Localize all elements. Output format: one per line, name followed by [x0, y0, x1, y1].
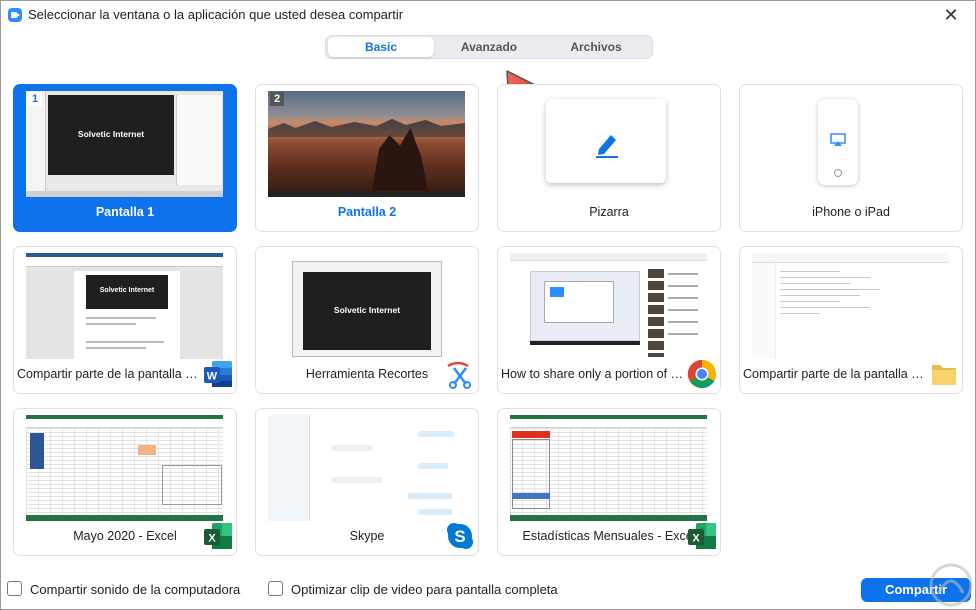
share-card-pizarra[interactable]: Pizarra: [497, 84, 721, 232]
svg-text:W: W: [207, 371, 218, 383]
svg-text:X: X: [692, 533, 700, 545]
airplay-icon: [830, 133, 846, 146]
card-label: Pantalla 2: [337, 205, 397, 219]
excel-icon: X: [688, 523, 716, 549]
skype-icon: S: [447, 523, 473, 549]
youtube-page-thumbnail: [510, 253, 707, 359]
share-tabs: Basic Avanzado Archivos: [325, 35, 653, 59]
footer-bar: Compartir sonido de la computadora Optim…: [1, 573, 975, 609]
share-card-iphone-ipad[interactable]: iPhone o iPad: [739, 84, 963, 232]
share-card-word-window[interactable]: Solvetic Internet Compartir parte de la …: [13, 246, 237, 394]
share-card-chrome-window[interactable]: How to share only a portion of y...: [497, 246, 721, 394]
share-card-skype[interactable]: Skype S: [255, 408, 479, 556]
tab-avanzado[interactable]: Avanzado: [436, 37, 542, 57]
card-label: Compartir parte de la pantalla en ...: [17, 367, 200, 381]
screen-number: 2: [270, 92, 284, 106]
card-label: How to share only a portion of y...: [501, 367, 684, 381]
share-card-herramienta-recortes[interactable]: Solvetic Internet Herramienta Recortes: [255, 246, 479, 394]
thumb-caption: Solvetic Internet: [333, 305, 401, 315]
excel-sheet-thumbnail: [26, 415, 223, 521]
zoom-app-icon: [8, 8, 22, 22]
snipping-window-thumbnail: Solvetic Internet: [268, 253, 465, 359]
skype-chat-thumbnail: [268, 415, 465, 521]
share-source-grid: 1 Solvetic Internet Pantalla 1 2 Pantall…: [13, 84, 969, 558]
watermark-logo-icon: [929, 563, 973, 607]
desktop-screen-thumbnail: Solvetic Internet: [26, 91, 223, 197]
snipping-tool-icon: [447, 361, 471, 389]
window-title: Seleccionar la ventana o la aplicación q…: [28, 7, 404, 22]
thumb-caption: Solvetic Internet: [99, 287, 155, 294]
word-document-thumbnail: Solvetic Internet: [26, 253, 223, 359]
optimize-video-label: Optimizar clip de video para pantalla co…: [291, 582, 558, 597]
folder-icon: [932, 365, 956, 385]
card-label: Compartir parte de la pantalla en ...: [743, 367, 926, 381]
close-button[interactable]: ✕: [939, 4, 963, 26]
pen-icon: [596, 135, 618, 158]
whiteboard-thumbnail: [546, 99, 666, 183]
excel-sheet-red-thumbnail: [510, 415, 707, 521]
share-card-pantalla-2[interactable]: 2 Pantalla 2: [255, 84, 479, 232]
svg-text:S: S: [454, 527, 465, 546]
desert-wallpaper-thumbnail: [268, 91, 465, 197]
file-explorer-thumbnail: [752, 253, 949, 359]
thumb-caption: Solvetic Internet: [77, 129, 145, 139]
home-button-icon: [834, 169, 842, 177]
share-card-pantalla-1[interactable]: 1 Solvetic Internet Pantalla 1: [13, 84, 237, 232]
share-screen-dialog: Seleccionar la ventana o la aplicación q…: [0, 0, 976, 610]
share-sound-label: Compartir sonido de la computadora: [30, 582, 241, 597]
title-bar: Seleccionar la ventana o la aplicación q…: [1, 1, 975, 29]
svg-text:X: X: [208, 533, 216, 545]
screen-number: 1: [28, 92, 42, 106]
tab-archivos[interactable]: Archivos: [543, 37, 649, 57]
card-label: iPhone o iPad: [812, 205, 890, 219]
card-label: Pizarra: [589, 205, 629, 219]
share-card-estadisticas-excel[interactable]: Estadísticas Mensuales - Excel X: [497, 408, 721, 556]
excel-icon: X: [204, 523, 232, 549]
optimize-video-checkbox[interactable]: [268, 581, 283, 596]
share-card-explorer-window[interactable]: Compartir parte de la pantalla en ...: [739, 246, 963, 394]
ipad-thumbnail: [818, 99, 858, 185]
card-label: Pantalla 1: [95, 205, 155, 219]
tab-basic[interactable]: Basic: [328, 37, 434, 57]
word-icon: W: [204, 361, 232, 387]
share-card-mayo-2020-excel[interactable]: Mayo 2020 - Excel X: [13, 408, 237, 556]
share-sound-checkbox[interactable]: [7, 581, 22, 596]
chrome-icon: [687, 359, 716, 389]
